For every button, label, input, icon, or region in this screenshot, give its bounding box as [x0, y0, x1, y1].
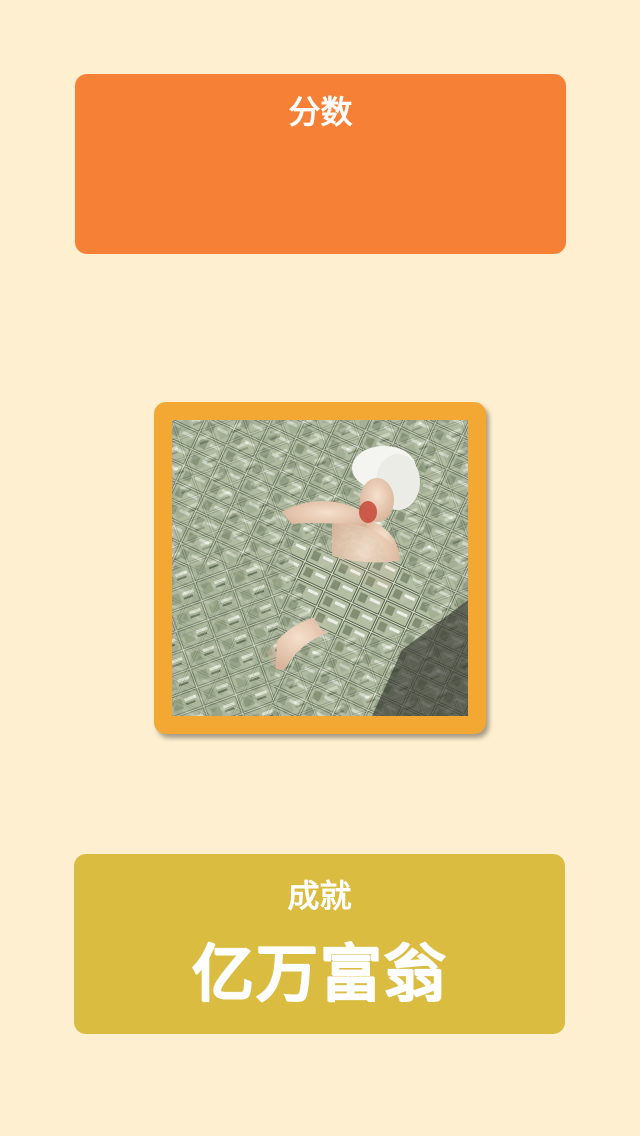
- result-photo-frame: [154, 402, 486, 734]
- achievement-card: 成就 亿万富翁: [74, 854, 565, 1034]
- achievement-value: 亿万富翁: [191, 937, 448, 1010]
- score-title: 分数: [288, 93, 353, 131]
- score-card: 分数: [75, 74, 566, 254]
- achievement-label: 成就: [287, 877, 352, 915]
- money-bath-photo: [172, 420, 468, 716]
